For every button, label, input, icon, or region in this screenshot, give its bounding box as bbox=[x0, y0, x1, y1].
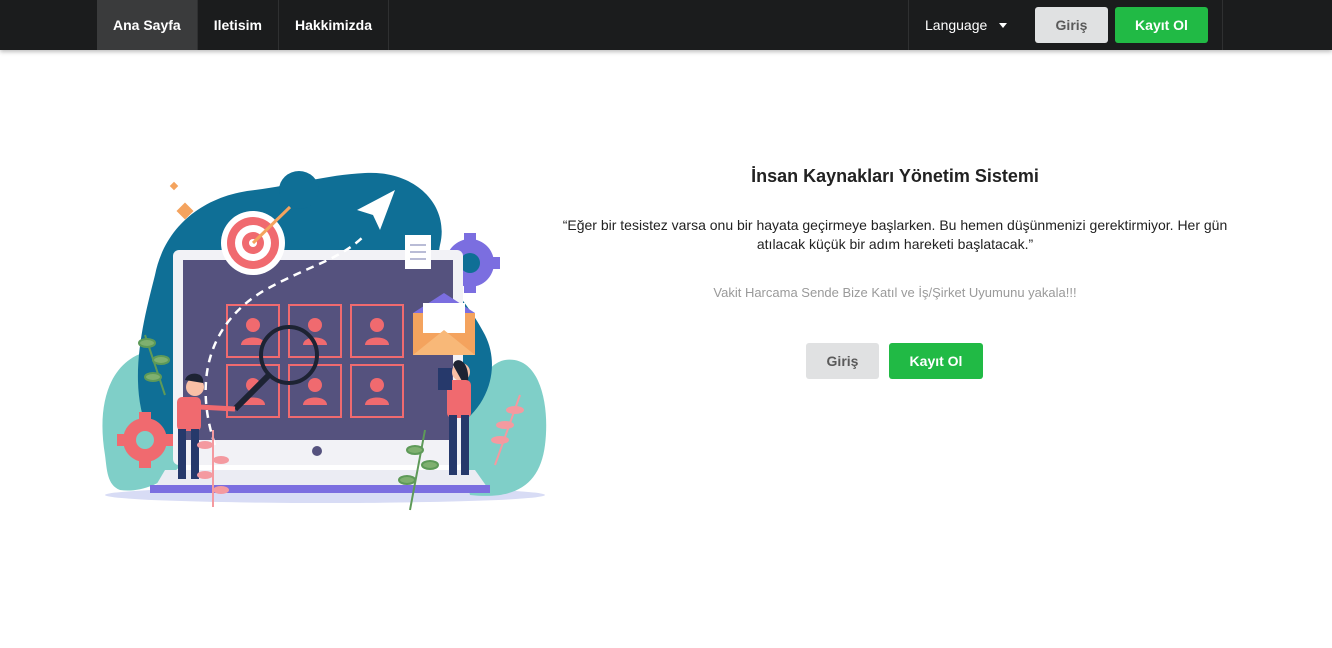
nav-item-ana-sayfa[interactable]: Ana Sayfa bbox=[97, 0, 198, 50]
hero-illustration bbox=[102, 171, 547, 511]
nav-menu: Ana Sayfa Iletisim Hakkimizda bbox=[97, 0, 389, 50]
top-navbar: Ana Sayfa Iletisim Hakkimizda Language G… bbox=[0, 0, 1332, 50]
page-title: İnsan Kaynakları Yönetim Sistemi bbox=[751, 166, 1039, 186]
nav-item-iletisim[interactable]: Iletisim bbox=[198, 0, 279, 50]
nav-right: Language Giriş Kayıt Ol bbox=[908, 0, 1208, 50]
monitor-button bbox=[312, 446, 322, 456]
hero-subtitle: Vakit Harcama Sende Bize Katıl ve İş/Şir… bbox=[713, 285, 1077, 300]
document-icon bbox=[405, 235, 431, 269]
caret-down-icon bbox=[999, 22, 1008, 28]
nav-login-button[interactable]: Giriş bbox=[1035, 7, 1108, 43]
orange-dot bbox=[169, 181, 179, 191]
language-dropdown[interactable]: Language bbox=[908, 0, 1020, 50]
language-label: Language bbox=[925, 17, 988, 33]
nav-item-hakkimizda[interactable]: Hakkimizda bbox=[279, 0, 389, 50]
hero-register-button[interactable]: Kayıt Ol bbox=[889, 343, 983, 379]
hero-login-button[interactable]: Giriş bbox=[806, 343, 879, 379]
hero-actions: Giriş Kayıt Ol bbox=[806, 343, 983, 379]
small-blob bbox=[279, 171, 319, 209]
nav-register-button[interactable]: Kayıt Ol bbox=[1115, 7, 1208, 43]
monitor-base bbox=[150, 485, 490, 493]
nav-divider bbox=[1222, 0, 1223, 50]
hero-quote: “Eğer bir tesistez varsa onu bir hayata … bbox=[562, 217, 1228, 252]
